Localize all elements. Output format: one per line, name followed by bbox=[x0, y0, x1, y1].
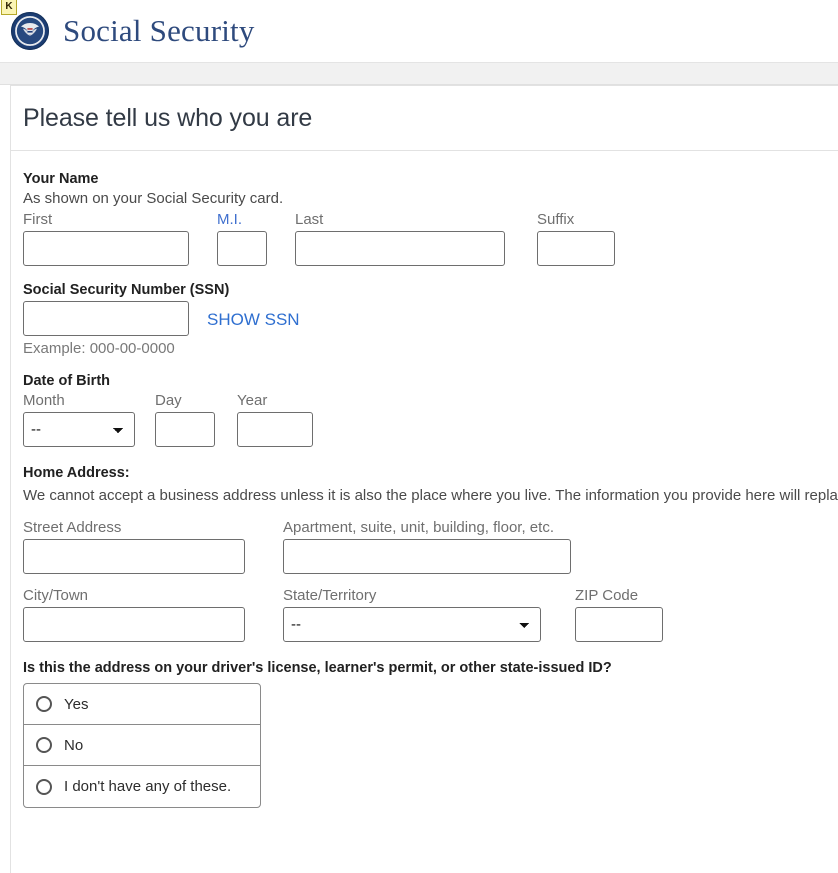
date-of-birth-section: Date of Birth Month -- Day Year bbox=[23, 373, 838, 447]
suffix-label: Suffix bbox=[537, 211, 575, 228]
suffix-field-group: Suffix bbox=[537, 211, 615, 266]
state-label: State/Territory bbox=[283, 587, 377, 604]
birth-year-input[interactable] bbox=[237, 412, 313, 447]
radio-circle-icon bbox=[36, 696, 52, 712]
ssn-section-heading: Social Security Number (SSN) bbox=[23, 282, 230, 298]
ssa-seal-icon bbox=[10, 11, 50, 51]
radio-option-yes-label: Yes bbox=[64, 695, 89, 713]
last-name-input[interactable] bbox=[295, 231, 505, 266]
id-address-question-section: Is this the address on your driver's lic… bbox=[23, 660, 838, 808]
home-address-note: We cannot accept a business address unle… bbox=[23, 487, 838, 504]
birth-day-field-group: Day bbox=[155, 392, 215, 447]
site-header: Social Security bbox=[0, 0, 838, 63]
city-state-zip-row: City/Town State/Territory -- ZIP Code bbox=[23, 587, 838, 642]
radio-option-none-label: I don't have any of these. bbox=[64, 778, 232, 795]
home-address-section: Home Address: We cannot accept a busines… bbox=[23, 465, 838, 642]
name-section: Your Name As shown on your Social Securi… bbox=[23, 171, 838, 266]
radio-circle-icon bbox=[36, 737, 52, 753]
street-address-label: Street Address bbox=[23, 519, 122, 536]
street-address-input[interactable] bbox=[23, 539, 245, 574]
brand-wordmark: Social Security bbox=[63, 13, 255, 48]
id-address-radio-group: Yes No I don't have any of these. bbox=[23, 683, 261, 808]
birth-month-label: Month bbox=[23, 392, 65, 409]
suffix-input[interactable] bbox=[537, 231, 615, 266]
street-address-field-group: Street Address bbox=[23, 519, 245, 574]
middle-initial-label: M.I. bbox=[217, 211, 242, 228]
middle-initial-input[interactable] bbox=[217, 231, 267, 266]
show-ssn-button[interactable]: SHOW SSN bbox=[207, 310, 300, 336]
page-title: Please tell us who you are bbox=[23, 104, 313, 132]
first-name-input[interactable] bbox=[23, 231, 189, 266]
zip-label: ZIP Code bbox=[575, 587, 639, 604]
apartment-field-group: Apartment, suite, unit, building, floor,… bbox=[283, 519, 571, 574]
birth-month-field-group: Month -- bbox=[23, 392, 135, 447]
card-header: Please tell us who you are bbox=[11, 86, 838, 151]
city-field-group: City/Town bbox=[23, 587, 245, 642]
name-section-heading: Your Name bbox=[23, 171, 99, 187]
last-name-label: Last bbox=[295, 211, 324, 228]
keyboard-hint-badge: K bbox=[1, 0, 17, 15]
state-field-group: State/Territory -- bbox=[283, 587, 541, 642]
zip-field-group: ZIP Code bbox=[575, 587, 663, 642]
ssn-section: Social Security Number (SSN) SHOW SSN Ex… bbox=[23, 282, 838, 357]
ssn-input[interactable] bbox=[23, 301, 189, 336]
birth-day-input[interactable] bbox=[155, 412, 215, 447]
name-section-subtext: As shown on your Social Security card. bbox=[23, 190, 284, 207]
birth-year-label: Year bbox=[237, 392, 268, 409]
radio-circle-icon bbox=[36, 778, 52, 795]
street-row: Street Address Apartment, suite, unit, b… bbox=[23, 519, 838, 574]
radio-option-none[interactable]: I don't have any of these. bbox=[24, 766, 260, 807]
city-input[interactable] bbox=[23, 607, 245, 642]
dob-fields-row: Month -- Day Year bbox=[23, 392, 838, 447]
radio-option-no-label: No bbox=[64, 736, 84, 754]
apartment-input[interactable] bbox=[283, 539, 571, 574]
first-name-label: First bbox=[23, 211, 53, 228]
radio-option-no[interactable]: No bbox=[24, 725, 260, 766]
ssn-example-hint: Example: 000-00-0000 bbox=[23, 340, 175, 357]
header-gray-band bbox=[0, 63, 838, 85]
content-card: Please tell us who you are Your Name As … bbox=[10, 85, 838, 873]
zip-input[interactable] bbox=[575, 607, 663, 642]
birth-day-label: Day bbox=[155, 392, 182, 409]
birth-month-select[interactable]: -- bbox=[23, 412, 135, 447]
radio-option-yes[interactable]: Yes bbox=[24, 684, 260, 725]
apartment-label: Apartment, suite, unit, building, floor,… bbox=[283, 519, 554, 536]
name-fields-row: First M.I. Last Suffix bbox=[23, 211, 838, 266]
birth-year-field-group: Year bbox=[237, 392, 313, 447]
first-name-field-group: First bbox=[23, 211, 189, 266]
home-address-heading: Home Address: bbox=[23, 465, 130, 481]
middle-initial-field-group: M.I. bbox=[217, 211, 267, 266]
city-label: City/Town bbox=[23, 587, 89, 604]
state-select[interactable]: -- bbox=[283, 607, 541, 642]
last-name-field-group: Last bbox=[295, 211, 505, 266]
id-address-question-label: Is this the address on your driver's lic… bbox=[23, 660, 612, 676]
dob-section-heading: Date of Birth bbox=[23, 373, 110, 389]
form-body: Your Name As shown on your Social Securi… bbox=[11, 151, 838, 808]
ssn-row: SHOW SSN bbox=[23, 301, 838, 336]
